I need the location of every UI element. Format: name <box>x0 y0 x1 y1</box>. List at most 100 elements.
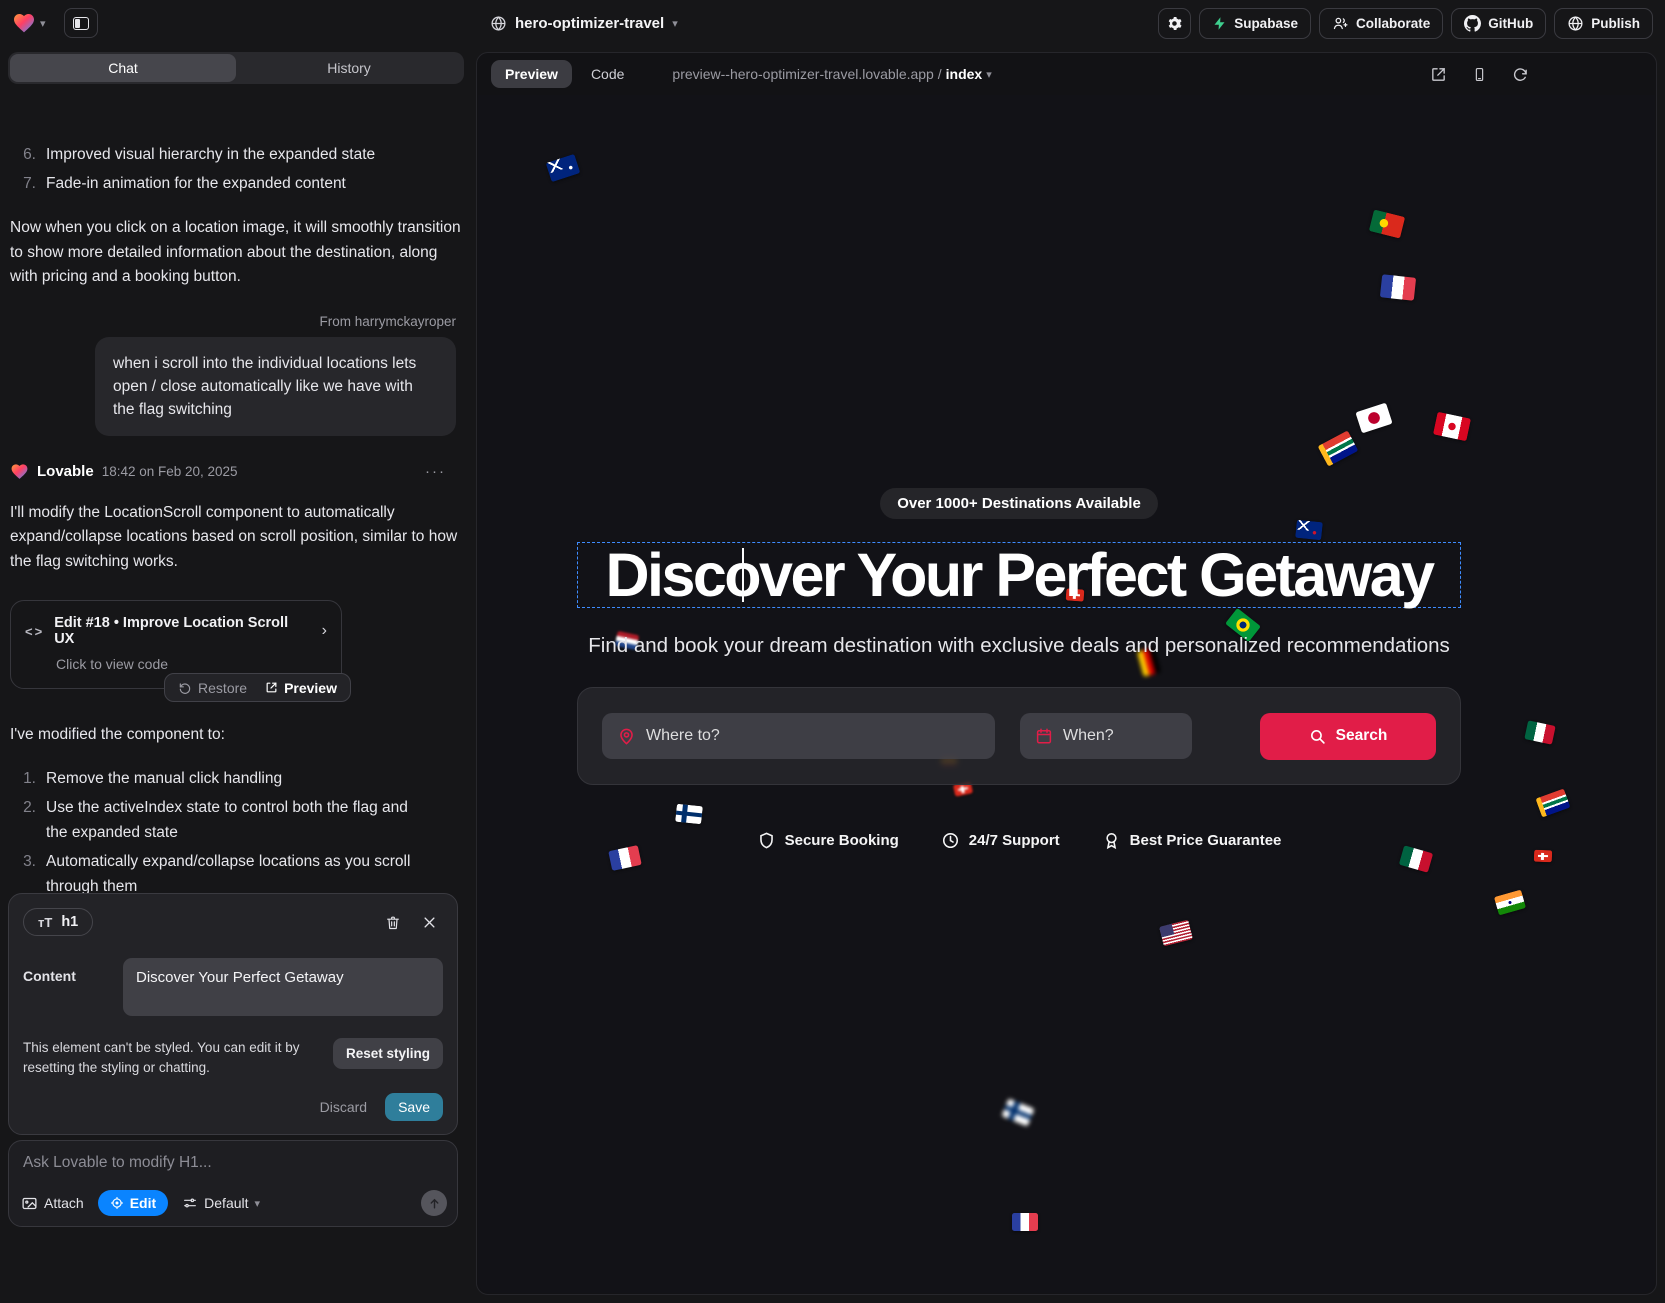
lovable-heart-icon <box>10 462 29 481</box>
message-menu-button[interactable]: ··· <box>425 463 462 480</box>
external-link-icon <box>265 681 278 694</box>
phone-icon <box>1472 66 1487 83</box>
tab-chat[interactable]: Chat <box>10 54 236 82</box>
preview-version-button[interactable]: Preview <box>265 680 337 696</box>
discard-button[interactable]: Discard <box>320 1099 367 1115</box>
edit-card-subtitle: Click to view code <box>56 656 327 672</box>
element-tag-pill[interactable]: ᴛT h1 <box>23 908 93 936</box>
collaborate-button[interactable]: Collaborate <box>1319 8 1443 39</box>
editor-actions: Discard Save <box>320 1093 443 1121</box>
supabase-label: Supabase <box>1234 16 1298 31</box>
list-text: Use the activeIndex state to control bot… <box>46 795 414 845</box>
lovable-heart-icon <box>12 11 36 35</box>
chevron-down-icon: ▾ <box>40 17 46 30</box>
where-to-input[interactable]: Where to? <box>602 713 995 759</box>
flag-finland <box>1001 1098 1034 1126</box>
composer-input[interactable]: Ask Lovable to modify H1... <box>23 1154 443 1172</box>
message-author-label: From harrymckayroper <box>10 314 462 329</box>
chevron-right-icon: › <box>322 622 327 640</box>
when-input[interactable]: When? <box>1020 713 1192 759</box>
chevron-down-icon: ▾ <box>255 1197 261 1210</box>
list-item: 2. Use the activeIndex state to control … <box>10 795 462 845</box>
github-icon <box>1464 15 1481 32</box>
attach-label: Attach <box>44 1195 84 1211</box>
people-icon <box>1332 15 1349 32</box>
reset-styling-button[interactable]: Reset styling <box>333 1038 443 1069</box>
globe-icon <box>490 15 507 32</box>
tab-preview[interactable]: Preview <box>491 60 572 88</box>
preview-toolbar-icons <box>1428 64 1642 84</box>
model-default-button[interactable]: Default ▾ <box>182 1195 260 1211</box>
arrow-up-icon <box>428 1197 441 1210</box>
delete-element-button[interactable] <box>379 908 407 936</box>
hero-title[interactable]: Discover Your Perfect Getaway <box>605 540 1432 610</box>
feature-label: Best Price Guarantee <box>1130 832 1282 849</box>
send-button[interactable] <box>421 1190 447 1216</box>
edit-mode-button[interactable]: Edit <box>98 1190 168 1216</box>
refresh-icon <box>1512 66 1529 83</box>
url-base: preview--hero-optimizer-travel.lovable.a… <box>672 66 941 82</box>
project-switcher[interactable]: hero-optimizer-travel ▾ <box>490 15 678 32</box>
chat-composer: Ask Lovable to modify H1... Attach Edit … <box>8 1140 458 1227</box>
styling-note-row: This element can't be styled. You can ed… <box>23 1038 443 1078</box>
element-tag: h1 <box>61 914 78 930</box>
publish-button[interactable]: Publish <box>1554 8 1653 39</box>
tab-code[interactable]: Code <box>591 66 624 82</box>
default-label: Default <box>204 1195 248 1211</box>
assistant-paragraph: I'll modify the LocationScroll component… <box>10 501 462 575</box>
supabase-button[interactable]: Supabase <box>1199 8 1311 39</box>
restore-button[interactable]: Restore <box>178 680 247 696</box>
list-text: Remove the manual click handling <box>46 766 282 791</box>
mobile-view-button[interactable] <box>1469 64 1489 84</box>
feature-support: 24/7 Support <box>941 831 1060 850</box>
save-button[interactable]: Save <box>385 1093 443 1121</box>
flag-france <box>1012 1213 1038 1231</box>
restore-label: Restore <box>198 680 247 696</box>
search-label: Search <box>1336 727 1388 745</box>
sliders-icon <box>182 1195 198 1211</box>
styling-note: This element can't be styled. You can ed… <box>23 1038 323 1078</box>
flag-usa <box>1159 920 1193 947</box>
content-input[interactable]: Discover Your Perfect Getaway <box>123 958 443 1016</box>
chevron-down-icon: ▾ <box>986 68 992 81</box>
flag-australia <box>546 154 581 182</box>
hero-subtitle: Find and book your dream destination wit… <box>577 634 1461 658</box>
topbar-actions: Supabase Collaborate GitHub Publish <box>1158 8 1653 39</box>
list-text: Improved visual hierarchy in the expande… <box>46 142 375 167</box>
shield-icon <box>757 831 776 850</box>
preview-url[interactable]: preview--hero-optimizer-travel.lovable.a… <box>672 66 991 82</box>
github-button[interactable]: GitHub <box>1451 8 1546 39</box>
flag-mexico <box>1524 720 1555 744</box>
project-name: hero-optimizer-travel <box>515 15 664 32</box>
list-number: 7. <box>10 171 36 196</box>
preview-panel: Preview Code preview--hero-optimizer-tra… <box>476 52 1657 1295</box>
close-editor-button[interactable] <box>415 908 443 936</box>
destinations-badge: Over 1000+ Destinations Available <box>880 488 1158 519</box>
search-button[interactable]: Search <box>1260 713 1436 760</box>
lovable-logo-menu[interactable]: ▾ <box>12 11 46 35</box>
open-in-new-tab-button[interactable] <box>1428 64 1448 84</box>
assistant-message-header: Lovable 18:42 on Feb 20, 2025 ··· <box>10 462 462 481</box>
trash-icon <box>385 914 401 931</box>
text-caret <box>742 548 744 602</box>
edit-card-title: Edit #18 • Improve Location Scroll UX <box>54 615 311 647</box>
element-editor-panel: ᴛT h1 Content Discover Your Perfect Geta… <box>8 893 458 1135</box>
settings-button[interactable] <box>1158 8 1191 39</box>
search-bar: Where to? When? Search <box>577 687 1461 785</box>
feature-badges: Secure Booking 24/7 Support Best Price G… <box>577 831 1461 850</box>
supabase-icon <box>1212 16 1227 31</box>
image-icon <box>21 1195 38 1212</box>
chat-sidebar: Chat History 6. Improved visual hierarch… <box>0 46 472 1303</box>
attach-button[interactable]: Attach <box>21 1195 84 1212</box>
assistant-paragraph: Now when you click on a location image, … <box>10 216 462 290</box>
chevron-down-icon: ▾ <box>672 17 678 30</box>
refresh-button[interactable] <box>1510 64 1530 84</box>
tab-history[interactable]: History <box>236 54 462 82</box>
preview-viewport[interactable]: Over 1000+ Destinations Available Discov… <box>478 95 1655 1293</box>
version-actions-pill: Restore Preview <box>164 673 351 702</box>
edit-version-card[interactable]: <> Edit #18 • Improve Location Scroll UX… <box>10 600 342 689</box>
close-icon <box>422 915 437 930</box>
sidebar-toggle-button[interactable] <box>64 8 98 38</box>
selected-element-outline[interactable]: Discover Your Perfect Getaway <box>577 542 1461 608</box>
globe-icon <box>1567 15 1584 32</box>
